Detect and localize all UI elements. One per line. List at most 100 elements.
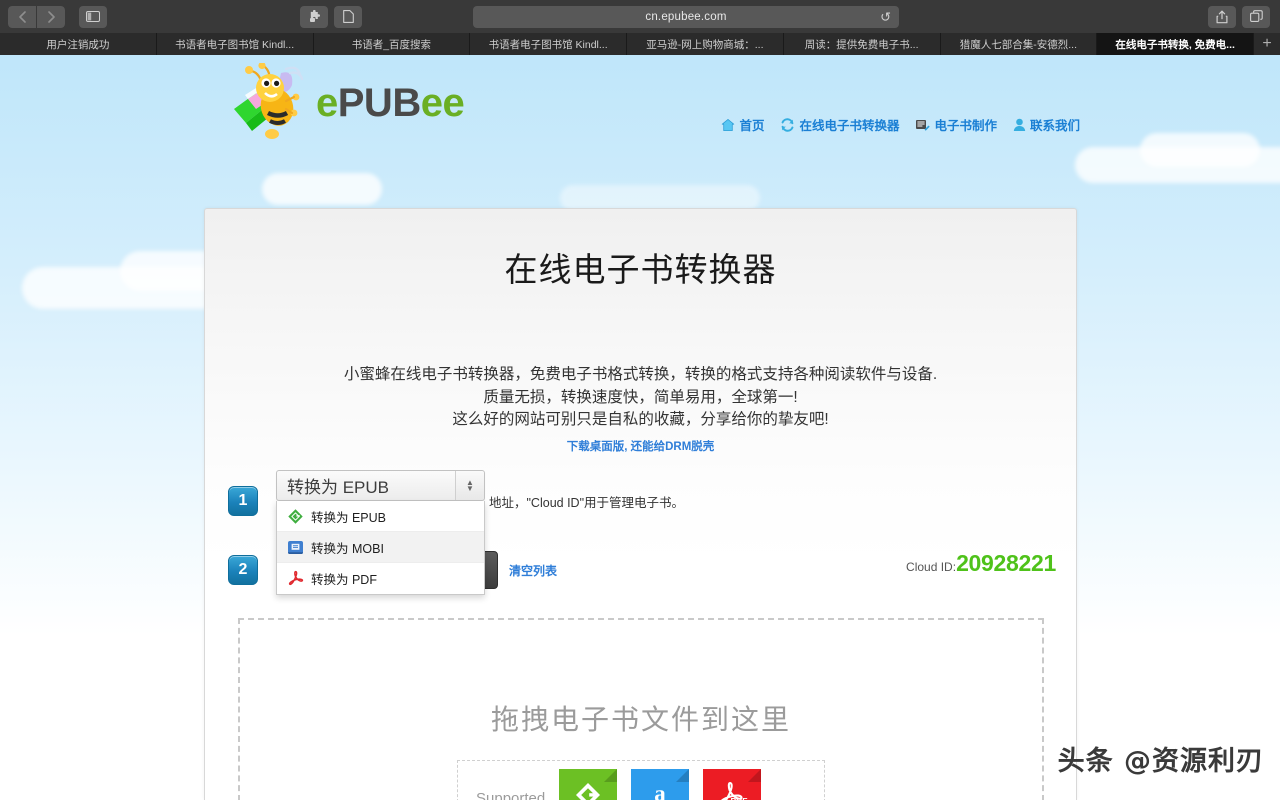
browser-tab[interactable]: 周读：提供免费电子书... [784, 33, 941, 55]
navigation-buttons [8, 6, 107, 28]
svg-text:a: a [654, 781, 666, 800]
nav-label: 在线电子书转换器 [799, 115, 899, 134]
tab-label: 书语者电子图书馆 Kindl... [489, 37, 608, 52]
cloud-id-value: 20928221 [956, 550, 1056, 577]
intro-text-block: 小蜜蜂在线电子书转换器，免费电子书格式转换，转换的格式支持各种阅读软件与设备. … [205, 364, 1076, 455]
tab-label: 书语者电子图书馆 Kindl... [175, 37, 294, 52]
nav-item-contact[interactable]: 联系我们 [1013, 115, 1080, 134]
dropdown-option-label: 转换为 PDF [311, 569, 377, 588]
pdf-icon [287, 570, 304, 587]
cloud-decoration [262, 173, 382, 205]
reload-icon[interactable]: ↺ [880, 10, 891, 23]
svg-text:PDF: PDF [731, 796, 748, 800]
page-fold-corner [604, 769, 617, 782]
intro-line-2: 质量无损，转换速度快，简单易用，全球第一! [205, 387, 1076, 410]
address-bar[interactable]: cn.epubee.com ↺ [473, 6, 899, 28]
tab-label: 亚马逊-网上购物商城：... [646, 37, 763, 52]
site-header: ePUBee 首页 在线电子书转换器 [0, 55, 1280, 150]
toolbar-middle-buttons [300, 6, 362, 28]
formats-label-line-1: Supported [476, 787, 545, 800]
site-logo[interactable]: ePUBee [228, 63, 464, 143]
refresh-icon [780, 118, 795, 132]
brand-part-1: e [316, 81, 338, 125]
browser-tab[interactable]: 猎魔人七部合集-安德烈... [941, 33, 1098, 55]
tab-label: 周读：提供免费电子书... [805, 37, 919, 52]
browser-tab[interactable]: 亚马逊-网上购物商城：... [627, 33, 784, 55]
dropdown-option-pdf[interactable]: 转换为 PDF [277, 563, 484, 594]
step-1-hint-text: 地址，"Cloud ID"用于管理电子书。 [489, 492, 684, 511]
tab-label: 用户注销成功 [46, 37, 109, 52]
stepper-arrows-icon[interactable]: ▲▼ [455, 471, 484, 500]
cloud-id-display: Cloud ID: 20928221 [906, 550, 1056, 577]
nav-label: 联系我们 [1030, 115, 1080, 134]
brand-part-3: ee [421, 81, 465, 125]
cloud-id-label: Cloud ID: [906, 560, 956, 574]
tab-label: 猎魔人七部合集-安德烈... [960, 37, 1077, 52]
share-button[interactable] [1208, 6, 1236, 28]
browser-tab[interactable]: 用户注销成功 [0, 33, 157, 55]
sidebar-toggle-button[interactable] [79, 6, 107, 28]
person-icon [1013, 118, 1026, 132]
tab-strip: 用户注销成功 书语者电子图书馆 Kindl... 书语者_百度搜索 书语者电子图… [0, 33, 1280, 55]
supported-formats-box: Supported Formats : ePUB [457, 760, 825, 800]
address-bar-container: cn.epubee.com ↺ [473, 6, 899, 28]
forward-button[interactable] [37, 6, 65, 28]
file-dropzone[interactable]: 拖拽电子书文件到这里 Supported Formats : [238, 618, 1044, 800]
page-title: 在线电子书转换器 [205, 243, 1076, 291]
browser-tab[interactable]: 书语者电子图书馆 Kindl... [157, 33, 314, 55]
reader-icon [343, 10, 354, 23]
extensions-button[interactable] [300, 6, 328, 28]
reader-view-button[interactable] [334, 6, 362, 28]
format-select-stack: 转换为 EPUB ▲▼ 转换为 EPUB [276, 470, 485, 595]
page-fold-corner [748, 769, 761, 782]
site-nav: 首页 在线电子书转换器 电子书制作 [721, 115, 1080, 134]
tab-label: 在线电子书转换, 免费电... [1115, 37, 1235, 52]
brand-part-2: PUB [338, 81, 421, 125]
clear-list-link[interactable]: 清空列表 [509, 562, 557, 579]
bee-with-book-logo [228, 63, 312, 143]
format-select-value: 转换为 EPUB [277, 473, 455, 498]
content-panel: 在线电子书转换器 小蜜蜂在线电子书转换器，免费电子书格式转换，转换的格式支持各种… [204, 208, 1077, 800]
dropdown-option-label: 转换为 MOBI [311, 538, 384, 557]
format-card-epub: ePUB [559, 769, 617, 800]
step-1-badge: 1 [228, 486, 258, 516]
home-icon [721, 118, 735, 132]
browser-tab[interactable]: 书语者_百度搜索 [314, 33, 471, 55]
step-2-badge: 2 [228, 555, 258, 585]
brand-wordmark: ePUBee [316, 83, 464, 123]
toolbar-right-buttons [1208, 6, 1270, 28]
dropdown-option-epub[interactable]: 转换为 EPUB [277, 501, 484, 532]
puzzle-icon [308, 10, 321, 23]
format-select[interactable]: 转换为 EPUB ▲▼ [276, 470, 485, 501]
nav-label: 电子书制作 [934, 115, 997, 134]
back-button[interactable] [8, 6, 36, 28]
tab-overview-button[interactable] [1242, 6, 1270, 28]
dropzone-text: 拖拽电子书文件到这里 [240, 698, 1042, 738]
dropdown-option-mobi[interactable]: 转换为 MOBI [277, 532, 484, 563]
browser-chrome: cn.epubee.com ↺ 用户注销成功 书语者电子图书馆 Kin [0, 0, 1280, 55]
nav-item-ebook-make[interactable]: 电子书制作 [915, 115, 997, 134]
nav-item-home[interactable]: 首页 [721, 115, 764, 134]
document-pen-icon [915, 118, 930, 132]
new-tab-button[interactable]: + [1254, 33, 1280, 55]
url-text: cn.epubee.com [645, 11, 726, 23]
tab-overview-icon [1250, 10, 1263, 23]
nav-item-converter[interactable]: 在线电子书转换器 [780, 115, 899, 134]
browser-toolbar: cn.epubee.com ↺ [0, 0, 1280, 33]
format-card-kindle: a Kindle [631, 769, 689, 800]
format-dropdown-menu: 转换为 EPUB 转换为 MOBI [276, 501, 485, 595]
chevron-left-icon [18, 11, 27, 23]
page-fold-corner [676, 769, 689, 782]
format-card-pdf: PDF PDF [703, 769, 761, 800]
intro-line-3: 这么好的网站可别只是自私的收藏，分享给你的挚友吧! [205, 409, 1076, 432]
kindle-icon [287, 539, 304, 556]
page-body: ePUBee 首页 在线电子书转换器 [0, 55, 1280, 800]
watermark-text: 头条 @资源利刃 [1058, 739, 1264, 778]
share-icon [1216, 10, 1228, 24]
browser-tab-active[interactable]: 在线电子书转换, 免费电... [1097, 33, 1254, 55]
dropdown-option-label: 转换为 EPUB [311, 507, 386, 526]
download-desktop-link[interactable]: 下载桌面版, 还能给DRM脱壳 [567, 438, 715, 454]
sidebar-icon [86, 11, 100, 22]
supported-formats-label: Supported Formats : [476, 769, 545, 800]
browser-tab[interactable]: 书语者电子图书馆 Kindl... [470, 33, 627, 55]
